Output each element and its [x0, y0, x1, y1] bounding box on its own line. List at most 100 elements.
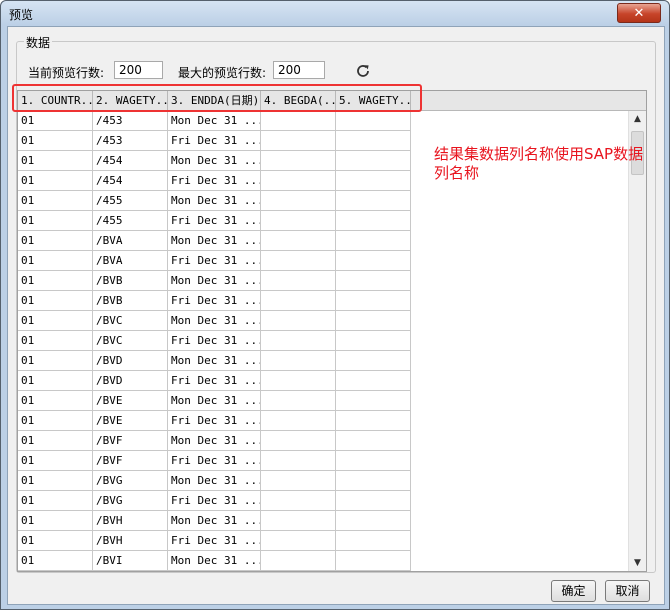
table-cell[interactable]: Mon Dec 31 ... — [168, 391, 261, 411]
table-row[interactable]: 01/BVG Mon Dec 31 ... — [18, 471, 411, 491]
table-row[interactable]: 01/454 Fri Dec 31 ... — [18, 171, 411, 191]
table-row[interactable]: 01/454 Mon Dec 31 ... — [18, 151, 411, 171]
table-cell[interactable]: /BVI — [93, 551, 168, 571]
table-cell[interactable]: /BVE — [93, 391, 168, 411]
table-cell[interactable]: /BVG — [93, 471, 168, 491]
table-cell[interactable]: /454 — [93, 171, 168, 191]
table-cell[interactable]: 01 — [18, 471, 93, 491]
table-cell[interactable] — [261, 131, 336, 151]
table-cell[interactable]: /BVE — [93, 411, 168, 431]
table-cell[interactable] — [261, 451, 336, 471]
table-row[interactable]: 01/BVD Mon Dec 31 ... — [18, 351, 411, 371]
table-row[interactable]: 01/BVE Mon Dec 31 ... — [18, 391, 411, 411]
table-cell[interactable] — [261, 371, 336, 391]
table-cell[interactable] — [336, 371, 411, 391]
table-row[interactable]: 01/BVB Mon Dec 31 ... — [18, 271, 411, 291]
table-cell[interactable]: Fri Dec 31 ... — [168, 451, 261, 471]
table-cell[interactable] — [336, 451, 411, 471]
table-cell[interactable]: Fri Dec 31 ... — [168, 131, 261, 151]
table-row[interactable]: 01/BVF Mon Dec 31 ... — [18, 431, 411, 451]
table-cell[interactable]: Mon Dec 31 ... — [168, 471, 261, 491]
table-row[interactable]: 01/BVA Mon Dec 31 ... — [18, 231, 411, 251]
table-cell[interactable] — [261, 491, 336, 511]
table-cell[interactable]: /BVA — [93, 231, 168, 251]
table-row[interactable]: 01/453 Mon Dec 31 ... — [18, 111, 411, 131]
table-cell[interactable] — [261, 551, 336, 571]
table-cell[interactable]: 01 — [18, 171, 93, 191]
table-cell[interactable]: 01 — [18, 511, 93, 531]
max-rows-input[interactable] — [273, 61, 325, 79]
table-row[interactable]: 01/BVA Fri Dec 31 ... — [18, 251, 411, 271]
table-cell[interactable]: 01 — [18, 491, 93, 511]
table-cell[interactable] — [261, 231, 336, 251]
table-cell[interactable]: Mon Dec 31 ... — [168, 231, 261, 251]
table-cell[interactable]: 01 — [18, 111, 93, 131]
table-cell[interactable] — [336, 231, 411, 251]
table-cell[interactable]: /BVC — [93, 311, 168, 331]
table-cell[interactable]: 01 — [18, 271, 93, 291]
table-row[interactable]: 01/453 Fri Dec 31 ... — [18, 131, 411, 151]
table-cell[interactable] — [336, 511, 411, 531]
table-cell[interactable]: 01 — [18, 451, 93, 471]
table-cell[interactable] — [261, 511, 336, 531]
table-cell[interactable] — [261, 271, 336, 291]
table-cell[interactable]: 01 — [18, 351, 93, 371]
table-cell[interactable]: Fri Dec 31 ... — [168, 171, 261, 191]
table-cell[interactable] — [261, 391, 336, 411]
table-cell[interactable]: Mon Dec 31 ... — [168, 551, 261, 571]
table-cell[interactable] — [336, 211, 411, 231]
table-cell[interactable]: /455 — [93, 191, 168, 211]
table-cell[interactable] — [336, 491, 411, 511]
table-row[interactable]: 01/BVD Fri Dec 31 ... — [18, 371, 411, 391]
table-cell[interactable]: Mon Dec 31 ... — [168, 311, 261, 331]
table-cell[interactable]: /455 — [93, 211, 168, 231]
table-cell[interactable]: /BVG — [93, 491, 168, 511]
table-cell[interactable] — [336, 171, 411, 191]
table-cell[interactable] — [336, 151, 411, 171]
table-cell[interactable] — [336, 331, 411, 351]
table-row[interactable]: 01/BVC Fri Dec 31 ... — [18, 331, 411, 351]
table-cell[interactable] — [261, 191, 336, 211]
table-cell[interactable]: 01 — [18, 551, 93, 571]
table-row[interactable]: 01/BVF Fri Dec 31 ... — [18, 451, 411, 471]
table-cell[interactable]: Fri Dec 31 ... — [168, 371, 261, 391]
table-cell[interactable]: /BVF — [93, 451, 168, 471]
table-cell[interactable]: Fri Dec 31 ... — [168, 491, 261, 511]
table-row[interactable]: 01/455 Mon Dec 31 ... — [18, 191, 411, 211]
table-cell[interactable] — [336, 191, 411, 211]
table-cell[interactable]: Mon Dec 31 ... — [168, 271, 261, 291]
table-cell[interactable]: 01 — [18, 371, 93, 391]
table-cell[interactable]: 01 — [18, 231, 93, 251]
table-cell[interactable] — [336, 471, 411, 491]
table-cell[interactable]: /BVD — [93, 351, 168, 371]
table-cell[interactable]: 01 — [18, 431, 93, 451]
refresh-icon[interactable] — [354, 62, 372, 80]
table-row[interactable]: 01/BVE Fri Dec 31 ... — [18, 411, 411, 431]
title-bar[interactable]: 预览 ✕ — [1, 1, 669, 25]
table-cell[interactable]: Mon Dec 31 ... — [168, 351, 261, 371]
table-cell[interactable]: Fri Dec 31 ... — [168, 251, 261, 271]
table-cell[interactable]: /453 — [93, 131, 168, 151]
table-cell[interactable] — [336, 411, 411, 431]
table-cell[interactable]: 01 — [18, 211, 93, 231]
table-cell[interactable]: Fri Dec 31 ... — [168, 211, 261, 231]
ok-button[interactable]: 确定 — [551, 580, 596, 602]
table-cell[interactable] — [261, 471, 336, 491]
table-cell[interactable]: 01 — [18, 131, 93, 151]
table-cell[interactable]: 01 — [18, 251, 93, 271]
table-cell[interactable]: Mon Dec 31 ... — [168, 191, 261, 211]
scroll-up-icon[interactable]: ▲ — [629, 111, 646, 127]
table-cell[interactable]: Fri Dec 31 ... — [168, 411, 261, 431]
table-cell[interactable]: 01 — [18, 311, 93, 331]
close-button[interactable]: ✕ — [617, 3, 661, 23]
table-cell[interactable] — [261, 531, 336, 551]
table-cell[interactable] — [336, 431, 411, 451]
table-cell[interactable] — [261, 291, 336, 311]
table-cell[interactable] — [261, 171, 336, 191]
table-cell[interactable]: Fri Dec 31 ... — [168, 531, 261, 551]
table-cell[interactable]: 01 — [18, 291, 93, 311]
table-cell[interactable]: 01 — [18, 411, 93, 431]
table-row[interactable]: 01/BVC Mon Dec 31 ... — [18, 311, 411, 331]
table-cell[interactable]: /BVA — [93, 251, 168, 271]
table-cell[interactable] — [336, 271, 411, 291]
